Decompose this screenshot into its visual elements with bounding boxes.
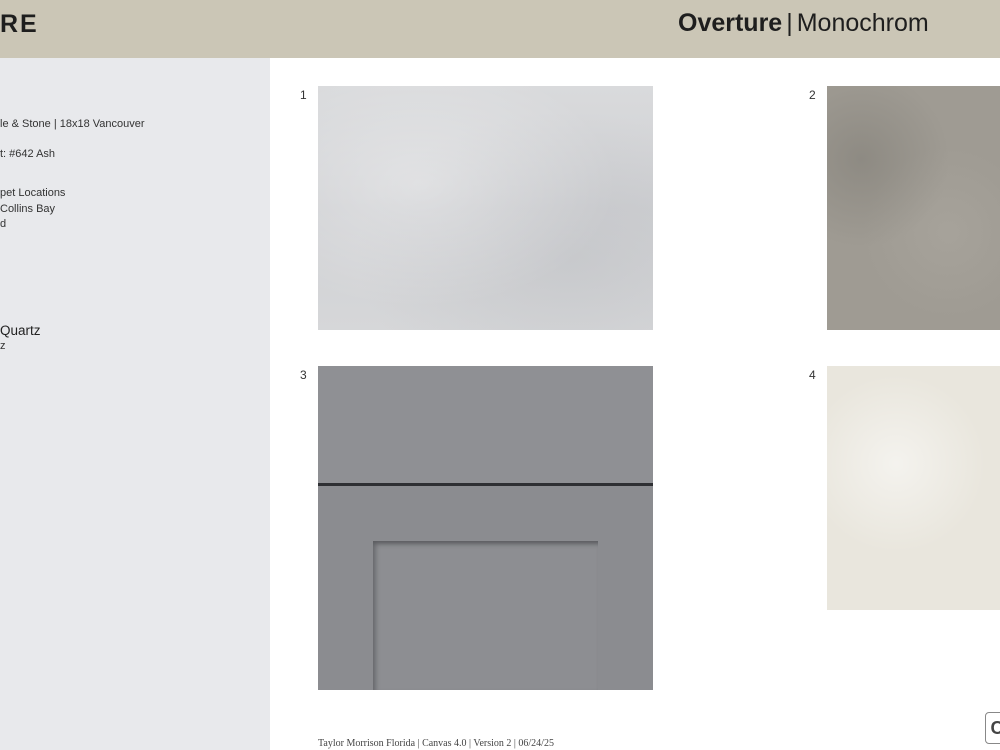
cabinet-top-rail xyxy=(318,366,653,483)
page-title: Overture | Monochrom xyxy=(678,9,929,38)
swatch-number-2: 2 xyxy=(809,88,816,102)
sidebar-line-grout: t: #642 Ash xyxy=(0,148,56,160)
corner-logo-icon: C xyxy=(985,712,1000,744)
swatch-number-1: 1 xyxy=(300,88,307,102)
brand-name: RE xyxy=(0,10,39,38)
sidebar: le & Stone | 18x18 Vancouver t: #642 Ash… xyxy=(0,58,270,750)
collection-name: Overture xyxy=(678,9,783,37)
swatch-number-4: 4 xyxy=(809,368,816,382)
carpet-swatch xyxy=(827,86,1000,330)
cabinet-door-panel xyxy=(373,541,598,690)
title-separator: | xyxy=(786,9,793,37)
sidebar-line-carpet-locations: pet Locations xyxy=(0,187,66,199)
sidebar-line-fragment: d xyxy=(0,218,7,230)
scheme-name: Monochrom xyxy=(796,9,929,37)
footer-text: Taylor Morrison Florida | Canvas 4.0 | V… xyxy=(318,738,554,749)
swatch-number-3: 3 xyxy=(300,368,307,382)
sidebar-line-countertop-fragment: z xyxy=(0,340,6,352)
sidebar-line-flooring: le & Stone | 18x18 Vancouver xyxy=(0,118,145,130)
cabinet-swatch xyxy=(318,366,653,690)
quartz-swatch xyxy=(827,366,1000,610)
sidebar-line-carpet: Collins Bay xyxy=(0,203,56,215)
header-bar: RE Overture | Monochrom xyxy=(0,0,1000,58)
sidebar-line-countertop: Quartz xyxy=(0,323,41,338)
tile-swatch xyxy=(318,86,653,330)
